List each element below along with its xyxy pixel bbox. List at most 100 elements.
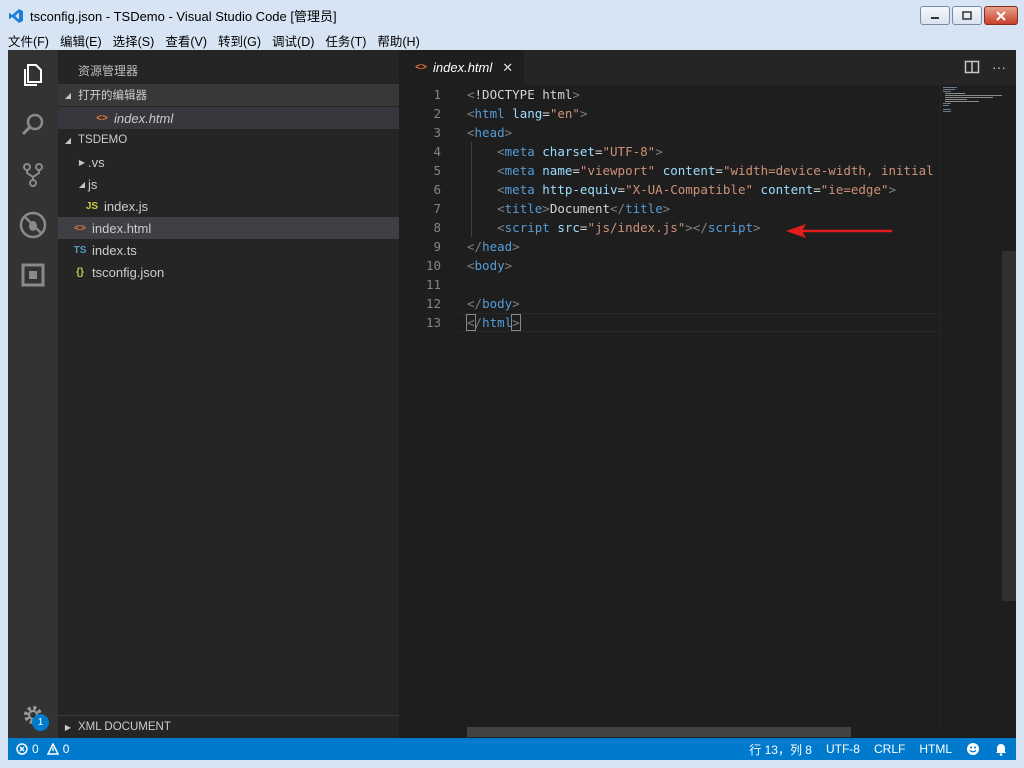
code-line: 2 <html lang="en"> — [433, 106, 588, 121]
window-border-bottom — [0, 760, 1024, 768]
ts-file-icon: TS — [73, 244, 87, 256]
chevron-down-icon: ◢ — [78, 179, 86, 189]
code-line: 4 <meta charset="UTF-8"> — [433, 142, 663, 161]
source-control-icon — [23, 163, 43, 187]
tree-item-index-js[interactable]: JS index.js — [58, 195, 399, 217]
notifications-bell-icon[interactable] — [994, 742, 1008, 756]
chevron-right-icon: ▶ — [78, 157, 86, 167]
vertical-scrollbar[interactable] — [1002, 85, 1016, 725]
menu-view[interactable]: 查看(V) — [165, 31, 207, 50]
minimap[interactable] — [940, 85, 1003, 725]
status-bar: 0 0 行 13，列 8 UTF-8 CRLF HTML — [8, 738, 1016, 760]
horizontal-scroll-thumb[interactable] — [467, 727, 851, 737]
code-line: 3 <head> — [433, 125, 513, 140]
open-editor-label: index.html — [114, 110, 174, 126]
js-file-icon: JS — [85, 200, 99, 212]
tree-item-js-folder[interactable]: ◢ js — [58, 173, 399, 195]
tree-item-label: tsconfig.json — [92, 264, 165, 280]
tab-index-html[interactable]: <> index.html ✕ — [399, 50, 524, 85]
source-control-activity[interactable] — [8, 150, 58, 200]
tab-bar: <> index.html ✕ ··· — [399, 50, 1016, 85]
chevron-down-icon: ◢ — [64, 90, 72, 100]
menu-bar: 文件(F) 编辑(E) 选择(S) 查看(V) 转到(G) 调试(D) 任务(T… — [0, 31, 1024, 50]
extensions-icon — [21, 263, 45, 287]
vscode-icon — [9, 8, 23, 23]
tree-item-label: index.ts — [92, 242, 137, 258]
problems-indicator[interactable]: 0 0 — [8, 742, 69, 756]
editor-area: <> index.html ✕ ··· 1 <!DOCTYPE html> 2 <h… — [399, 50, 1016, 738]
minimize-icon — [931, 16, 939, 19]
split-editor-icon[interactable] — [964, 59, 980, 75]
open-editors-label: 打开的编辑器 — [78, 90, 147, 102]
close-tab-icon[interactable]: ✕ — [502, 60, 513, 76]
project-header[interactable]: ◢ TSDEMO — [58, 129, 399, 151]
window-border-right — [1016, 50, 1024, 760]
sidebar-title: 资源管理器 — [78, 64, 139, 78]
explorer-activity[interactable] — [8, 50, 58, 100]
menu-debug[interactable]: 调试(D) — [272, 31, 314, 50]
feedback-smiley-icon[interactable] — [966, 742, 980, 756]
open-editor-item[interactable]: <> index.html — [58, 107, 399, 129]
menu-file[interactable]: 文件(F) — [8, 31, 49, 50]
notification-badge: 1 — [32, 714, 49, 731]
tree-item-index-ts[interactable]: TS index.ts — [58, 239, 399, 261]
menu-go[interactable]: 转到(G) — [218, 31, 261, 50]
code-line: 12 </body> — [425, 296, 520, 311]
vertical-scroll-thumb[interactable] — [1002, 251, 1016, 601]
chevron-down-icon: ◢ — [64, 135, 72, 145]
close-button[interactable] — [984, 6, 1018, 25]
close-icon — [996, 10, 1006, 21]
html-file-icon: <> — [96, 112, 108, 124]
more-actions-icon[interactable]: ··· — [992, 59, 1006, 75]
open-editors-header[interactable]: ◢ 打开的编辑器 — [58, 84, 399, 106]
maximize-button[interactable] — [952, 6, 982, 25]
tree-item-vs[interactable]: ▶ .vs — [58, 151, 399, 173]
tree-item-tsconfig[interactable]: {} tsconfig.json — [58, 261, 399, 283]
tree-item-label: .vs — [88, 154, 105, 170]
html-file-icon: <> — [74, 222, 86, 234]
minimap-preview — [943, 87, 1003, 112]
code-line: 13 </html> — [425, 314, 521, 331]
menu-help[interactable]: 帮助(H) — [377, 31, 419, 50]
menu-selection[interactable]: 选择(S) — [113, 31, 155, 50]
extensions-activity[interactable] — [8, 250, 58, 300]
tree-item-index-html[interactable]: <> index.html — [58, 217, 399, 239]
html-file-icon: <> — [415, 62, 427, 73]
xml-document-section[interactable]: ▶ XML DOCUMENT — [58, 715, 399, 738]
debug-icon — [19, 211, 47, 239]
tree-item-label: js — [88, 176, 98, 192]
language-mode[interactable]: HTML — [919, 742, 952, 756]
menu-edit[interactable]: 编辑(E) — [60, 31, 102, 50]
explorer-sidebar: 资源管理器 ◢ 打开的编辑器 <> index.html ◢ TSDEMO ▶ … — [58, 50, 399, 738]
window-border-left — [0, 50, 8, 760]
menu-tasks[interactable]: 任务(T) — [325, 31, 366, 50]
workbench: 1 资源管理器 ◢ 打开的编辑器 <> index.html ◢ TSDEMO … — [8, 50, 1016, 760]
code-line: 6 <meta http-equiv="X-UA-Compatible" con… — [433, 180, 897, 199]
project-label: TSDEMO — [78, 134, 128, 146]
red-arrow-annotation — [786, 224, 892, 238]
code-line: 9 </head> — [433, 239, 520, 254]
title-bar: tsconfig.json - TSDemo - Visual Studio C… — [0, 0, 1024, 31]
window-title: tsconfig.json - TSDemo - Visual Studio C… — [30, 9, 337, 24]
code-editor[interactable]: 1 <!DOCTYPE html> 2 <html lang="en"> 3 <hea… — [399, 85, 940, 725]
json-file-icon: {} — [76, 266, 84, 278]
search-activity[interactable] — [8, 100, 58, 150]
tab-label: index.html — [433, 60, 493, 75]
minimize-button[interactable] — [920, 6, 950, 25]
cursor-position[interactable]: 行 13，列 8 — [749, 741, 812, 758]
warning-count: 0 — [62, 742, 70, 756]
maximize-icon — [962, 10, 972, 20]
tree-item-label: index.html — [92, 220, 152, 236]
xml-section-label: XML DOCUMENT — [78, 721, 171, 733]
file-encoding[interactable]: UTF-8 — [826, 742, 860, 756]
code-line: 10 <body> — [425, 258, 513, 273]
line-ending[interactable]: CRLF — [874, 742, 905, 756]
warning-icon — [46, 743, 59, 755]
debug-activity[interactable] — [8, 200, 58, 250]
manage-activity[interactable] — [8, 690, 58, 740]
search-icon — [21, 113, 44, 136]
tree-item-label: index.js — [104, 198, 149, 214]
activity-bar: 1 — [8, 50, 58, 738]
code-line: 11 — [425, 277, 441, 292]
error-icon — [16, 743, 28, 755]
